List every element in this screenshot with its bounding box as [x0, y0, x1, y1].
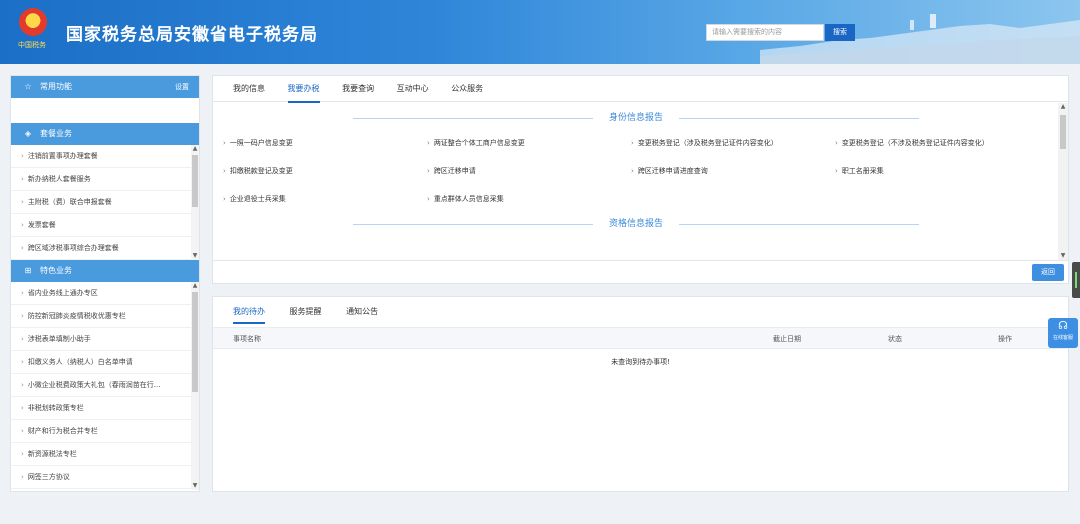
report-link[interactable]: 跨区迁移申请	[427, 163, 631, 191]
report-link[interactable]: 职工名册采集	[835, 163, 1055, 191]
tab-interaction[interactable]: 互动中心	[397, 76, 429, 102]
scrollbar-thumb[interactable]	[192, 155, 198, 207]
package-business-label: 套餐业务	[40, 129, 72, 138]
divider	[353, 224, 593, 225]
business-content: 身份信息报告 一照一码户信息变更 两证整合个体工商户信息变更 变更税务登记（涉及…	[213, 103, 1059, 260]
common-functions-header: ☆ 常用功能 设置	[11, 76, 199, 98]
identity-section-title: 身份信息报告	[600, 113, 671, 123]
tab-query[interactable]: 我要查询	[342, 76, 374, 102]
package-scrollbar[interactable]: ▲ ▼	[191, 145, 199, 260]
tab-public-service[interactable]: 公众服务	[451, 76, 483, 102]
side-drawer-handle[interactable]	[1072, 262, 1080, 298]
tab-my-todo[interactable]: 我的待办	[233, 297, 265, 327]
package-business-list: 注销前置事项办理套餐 新办纳税人套餐服务 主附税（费）联合申报套餐 发票套餐 跨…	[11, 145, 199, 260]
column-status: 状态	[888, 335, 902, 343]
scroll-up-icon[interactable]: ▲	[191, 282, 199, 290]
special-business-list: 省内业务线上通办专区 防控新冠肺炎疫情税收优惠专栏 涉税表单填制小助手 扣缴义务…	[11, 282, 199, 490]
column-item-name: 事项名称	[233, 335, 261, 343]
headset-icon: ☊	[1058, 319, 1068, 332]
sidebar-item[interactable]: 网签三方协议	[11, 466, 193, 489]
report-link[interactable]: 扣缴税款登记及变更	[223, 163, 427, 191]
sidebar-item[interactable]: 省内业务线上通办专区	[11, 282, 193, 305]
star-icon: ☆	[24, 82, 32, 91]
identity-report-list: 一照一码户信息变更 两证整合个体工商户信息变更 变更税务登记（涉及税务登记证件内…	[213, 135, 1059, 219]
logo-motto: 中国税务	[18, 41, 46, 49]
tab-my-info[interactable]: 我的信息	[233, 76, 265, 102]
scroll-up-icon[interactable]: ▲	[191, 145, 199, 153]
common-functions-empty	[11, 98, 199, 123]
report-link[interactable]: 变更税务登记（涉及税务登记证件内容变化）	[631, 135, 835, 163]
left-sidebar: ☆ 常用功能 设置 ◈ 套餐业务 注销前置事项办理套餐 新办纳税人套餐服务 主附税（…	[10, 75, 200, 492]
common-functions-label: 常用功能	[40, 82, 72, 91]
sidebar-item[interactable]: 财产和行为税合并专栏	[11, 420, 193, 443]
scroll-down-icon[interactable]: ▼	[191, 252, 199, 260]
content-scrollbar[interactable]: ▲ ▼	[1058, 103, 1068, 260]
tab-tax-handling[interactable]: 我要办税	[287, 76, 320, 103]
sidebar-item[interactable]: 主附税（费）联合申报套餐	[11, 191, 193, 214]
todo-empty-message: 未查询到待办事项!	[611, 358, 670, 366]
emblem-icon	[19, 8, 47, 36]
scroll-up-icon[interactable]: ▲	[1058, 103, 1068, 111]
sidebar-item[interactable]: 新办纳税人套餐服务	[11, 168, 193, 191]
report-link[interactable]: 一照一码户信息变更	[223, 135, 427, 163]
search-button[interactable]: 搜索	[825, 24, 855, 41]
sidebar-item[interactable]: 小微企业税费政策大礼包（春雨润苗在行...	[11, 374, 193, 397]
special-business-header[interactable]: ⊞ 特色业务	[11, 260, 199, 282]
report-link[interactable]: 跨区迁移申请进度查询	[631, 163, 835, 191]
sidebar-item[interactable]: 涉税表单填制小助手	[11, 328, 193, 351]
business-panel: 我的信息 我要办税 我要查询 互动中心 公众服务 身份信息报告 一照一码户信息变…	[212, 75, 1069, 284]
scrollbar-thumb[interactable]	[192, 292, 198, 392]
divider	[679, 118, 919, 119]
package-business-header[interactable]: ◈ 套餐业务	[11, 123, 199, 145]
tab-service-reminder[interactable]: 服务提醒	[290, 297, 322, 327]
scrollbar-thumb[interactable]	[1060, 115, 1066, 149]
site-header: 中国税务 国家税务总局安徽省电子税务局 请输入需要搜索的内容 搜索	[0, 0, 1080, 64]
grid-icon: ⊞	[24, 266, 32, 275]
report-link[interactable]: 变更税务登记（不涉及税务登记证件内容变化）	[835, 135, 1055, 163]
tax-emblem-logo[interactable]: 中国税务	[18, 8, 48, 56]
layers-icon: ◈	[24, 129, 32, 138]
column-deadline: 截止日期	[773, 335, 801, 343]
sidebar-item[interactable]: 跨区域涉税事项综合办理套餐	[11, 237, 193, 260]
sidebar-item[interactable]: 非税划转政策专栏	[11, 397, 193, 420]
main-tabs: 我的信息 我要办税 我要查询 互动中心 公众服务	[213, 76, 1068, 103]
todo-panel: 我的待办 服务提醒 通知公告 事项名称 截止日期 状态 操作 未查询到待办事项!	[212, 296, 1069, 492]
site-title: 国家税务总局安徽省电子税务局	[66, 25, 318, 45]
qualification-section-title: 资格信息报告	[600, 219, 671, 229]
special-business-label: 特色业务	[40, 266, 72, 275]
online-service-button[interactable]: ☊ 在线客服	[1048, 318, 1078, 348]
settings-link[interactable]: 设置	[175, 76, 189, 98]
divider	[679, 224, 919, 225]
search-input[interactable]: 请输入需要搜索的内容	[706, 24, 824, 41]
tab-notices[interactable]: 通知公告	[346, 297, 378, 327]
scroll-down-icon[interactable]: ▼	[191, 482, 199, 490]
divider	[353, 118, 593, 119]
report-link[interactable]: 两证整合个体工商户信息变更	[427, 135, 631, 163]
sidebar-item[interactable]: 防控新冠肺炎疫情税收优惠专栏	[11, 305, 193, 328]
sidebar-item[interactable]: 注销前置事项办理套餐	[11, 145, 193, 168]
panel-footer: 返回	[213, 260, 1068, 284]
sidebar-item[interactable]: 新资源税法专栏	[11, 443, 193, 466]
special-scrollbar[interactable]: ▲ ▼	[191, 282, 199, 490]
todo-table-header: 事项名称 截止日期 状态 操作	[213, 327, 1068, 349]
sidebar-item[interactable]: 扣缴义务人（纳税人）白名单申请	[11, 351, 193, 374]
online-service-label: 在线客服	[1052, 335, 1073, 341]
qualification-section-heading: 资格信息报告	[213, 215, 1059, 233]
scroll-down-icon[interactable]: ▼	[1058, 252, 1068, 260]
sidebar-item[interactable]: 发票套餐	[11, 214, 193, 237]
identity-section-heading: 身份信息报告	[213, 109, 1059, 127]
back-button[interactable]: 返回	[1032, 264, 1064, 281]
todo-tabs: 我的待办 服务提醒 通知公告	[213, 297, 1068, 327]
